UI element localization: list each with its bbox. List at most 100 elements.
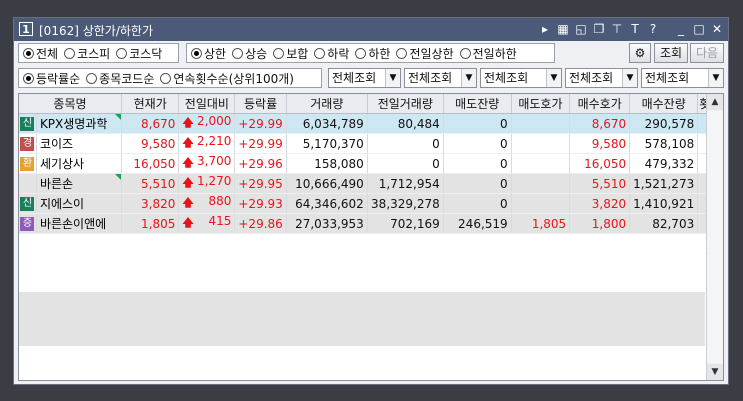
table-row[interactable]: 신 지에스이 3,820 🡅 880 +29.93 64,346,602 38,329,278… xyxy=(19,193,723,214)
column-header[interactable]: 매수호가 xyxy=(569,94,631,114)
cell-bid-qty: 290,578 xyxy=(629,113,699,134)
window-title: [0162] 상한가/하한가 xyxy=(39,24,154,38)
copy-window-icon[interactable]: ❐ xyxy=(592,21,606,37)
title-bar-icons: ▸ ▦ ◱ ❐ ⊤ T ? _ □ ✕ xyxy=(538,21,724,37)
filter-row-2: 등락률순 종목코드순 연속횟수순(상위100개) 전체조회 ▼ 전체조회 ▼ 전체조… xyxy=(18,68,724,90)
up-arrow-icon: 🡅 xyxy=(182,156,194,169)
radio-dot xyxy=(86,72,98,84)
table-row[interactable]: 바른손 5,510 🡅 1,270 +29.95 10,666,490 1,712,954 0… xyxy=(19,173,723,194)
cell-value: 0 xyxy=(432,136,440,151)
filter-select-4[interactable]: 전체조회 ▼ xyxy=(565,68,638,88)
text-icon[interactable]: T xyxy=(628,21,642,37)
column-header[interactable]: 전일거래량 xyxy=(367,94,444,114)
cell-value: 1,800 xyxy=(591,216,627,231)
stock-name[interactable]: 바른손이앤에 xyxy=(36,213,122,234)
cell-value: 38,329,278 xyxy=(371,196,440,211)
column-header[interactable]: 매도호가 xyxy=(511,94,571,114)
title-bar[interactable]: 1 [0162] 상한가/하한가 ▸ ▦ ◱ ❐ ⊤ T ? _ □ ✕ xyxy=(14,18,728,41)
type-option-prev-upper[interactable]: 전일상한 xyxy=(396,45,454,62)
table-row[interactable]: 증 바른손이앤에 1,805 🡅 415 +29.86 27,033,953 702,169 2… xyxy=(19,213,723,234)
cell-volume: 10,666,490 xyxy=(286,173,368,194)
filter-select-2[interactable]: 전체조회 ▼ xyxy=(404,68,477,88)
cell-value: 1,712,954 xyxy=(378,176,440,191)
close-icon[interactable]: ✕ xyxy=(710,21,724,37)
stock-name[interactable]: 코이즈 xyxy=(36,133,122,154)
column-header[interactable]: 종목명 xyxy=(19,94,122,114)
type-option-fall[interactable]: 하락 xyxy=(314,45,349,62)
sort-option-rate[interactable]: 등락률순 xyxy=(23,70,80,87)
next-button[interactable]: 다음 xyxy=(690,43,724,63)
cell-change: 🡅 415 xyxy=(178,213,236,234)
scroll-track[interactable] xyxy=(707,111,723,363)
scroll-down-icon[interactable]: ▼ xyxy=(707,364,723,380)
table-row[interactable]: 환 세기상사 16,050 🡅 3,700 +29.96 158,080 0 0 16,050 47… xyxy=(19,153,723,174)
cell-change: 🡅 2,210 xyxy=(178,133,236,154)
table-row[interactable]: 경 코이즈 9,580 🡅 2,210 +29.99 5,170,370 0 0 9,580 578… xyxy=(19,133,723,154)
pin-icon[interactable]: ⊤ xyxy=(610,21,624,37)
column-header[interactable]: 등락률 xyxy=(234,94,287,114)
column-header[interactable]: 전일대비 xyxy=(178,94,236,114)
radio-dot xyxy=(116,47,128,59)
layout-icon[interactable]: ◱ xyxy=(574,21,588,37)
market-option-kosdaq[interactable]: 코스닥 xyxy=(116,45,162,62)
cell-value: 415 xyxy=(208,214,232,228)
cell-value: 1,270 xyxy=(197,174,232,188)
cell-prev-volume: 1,712,954 xyxy=(367,173,444,194)
market-badge: 경 xyxy=(20,136,35,151)
maximize-icon[interactable]: □ xyxy=(692,21,706,37)
sort-option-streak[interactable]: 연속횟수순(상위100개) xyxy=(160,70,294,87)
minimize-icon[interactable]: _ xyxy=(674,21,688,37)
cell-rate: +29.99 xyxy=(234,113,287,134)
stock-name[interactable]: 지에스이 xyxy=(36,193,122,214)
empty-area xyxy=(19,234,705,292)
cell-price: 5,510 xyxy=(121,173,180,194)
cell-value: +29.93 xyxy=(238,196,283,211)
stock-name[interactable]: 바른손 xyxy=(36,173,122,194)
stock-name-text: 코이즈 xyxy=(39,137,74,151)
type-option-flat[interactable]: 보합 xyxy=(273,45,308,62)
cell-ask xyxy=(511,153,571,174)
up-arrow-icon: 🡅 xyxy=(182,176,194,189)
search-button[interactable]: 조회 xyxy=(654,43,688,63)
chevron-down-icon: ▼ xyxy=(461,69,476,87)
sort-option-code[interactable]: 종목코드순 xyxy=(86,70,154,87)
help-icon[interactable]: ? xyxy=(646,21,660,37)
type-option-lower-limit[interactable]: 하한 xyxy=(355,45,390,62)
cell-change: 🡅 2,000 xyxy=(178,113,236,134)
stock-name[interactable]: 세기상사 xyxy=(36,153,122,174)
stock-name[interactable]: KPX생명과학 xyxy=(36,113,122,134)
cell-volume: 6,034,789 xyxy=(286,113,368,134)
column-header[interactable]: 매수잔량 xyxy=(629,94,699,114)
cell-ask-qty: 0 xyxy=(443,113,512,134)
table-row[interactable]: 신 KPX생명과학 8,670 🡅 2,000 +29.99 6,034,789 80,484… xyxy=(19,113,723,134)
cell-volume: 27,033,953 xyxy=(286,213,368,234)
radio-dot xyxy=(314,47,326,59)
filter-select-1[interactable]: 전체조회 ▼ xyxy=(328,68,401,88)
cell-bid: 3,820 xyxy=(569,193,631,214)
scroll-up-icon[interactable]: ▲ xyxy=(707,94,723,110)
cell-value: 5,510 xyxy=(591,176,627,191)
wrench-icon: ⚙ xyxy=(634,46,646,60)
market-option-all[interactable]: 전체 xyxy=(23,45,58,62)
cell-rate: +29.99 xyxy=(234,133,287,154)
cell-value: 702,169 xyxy=(390,216,440,231)
type-option-prev-lower[interactable]: 전일하한 xyxy=(459,45,517,62)
cell-value: 2,000 xyxy=(197,114,232,128)
settings-button[interactable]: ⚙ xyxy=(629,43,651,63)
vertical-scrollbar[interactable]: ▲ ▼ xyxy=(706,94,723,380)
play-icon[interactable]: ▸ xyxy=(538,21,552,37)
type-option-upper-limit[interactable]: 상한 xyxy=(191,45,226,62)
market-filter: 전체 코스피 코스닥 xyxy=(18,43,179,63)
filter-select-3[interactable]: 전체조회 ▼ xyxy=(480,68,562,88)
column-header[interactable]: 매도잔량 xyxy=(443,94,512,114)
cell-value: 0 xyxy=(500,176,508,191)
cell-ask-qty: 0 xyxy=(443,153,512,174)
market-option-kospi[interactable]: 코스피 xyxy=(64,45,110,62)
type-option-rise[interactable]: 상승 xyxy=(232,45,267,62)
column-header[interactable]: 현재가 xyxy=(121,94,180,114)
grid-icon[interactable]: ▦ xyxy=(556,21,570,37)
chevron-down-icon: ▼ xyxy=(385,69,400,87)
column-header[interactable]: 거래량 xyxy=(286,94,368,114)
filter-select-5[interactable]: 전체조회 ▼ xyxy=(641,68,724,88)
cell-bid-qty: 479,332 xyxy=(629,153,699,174)
